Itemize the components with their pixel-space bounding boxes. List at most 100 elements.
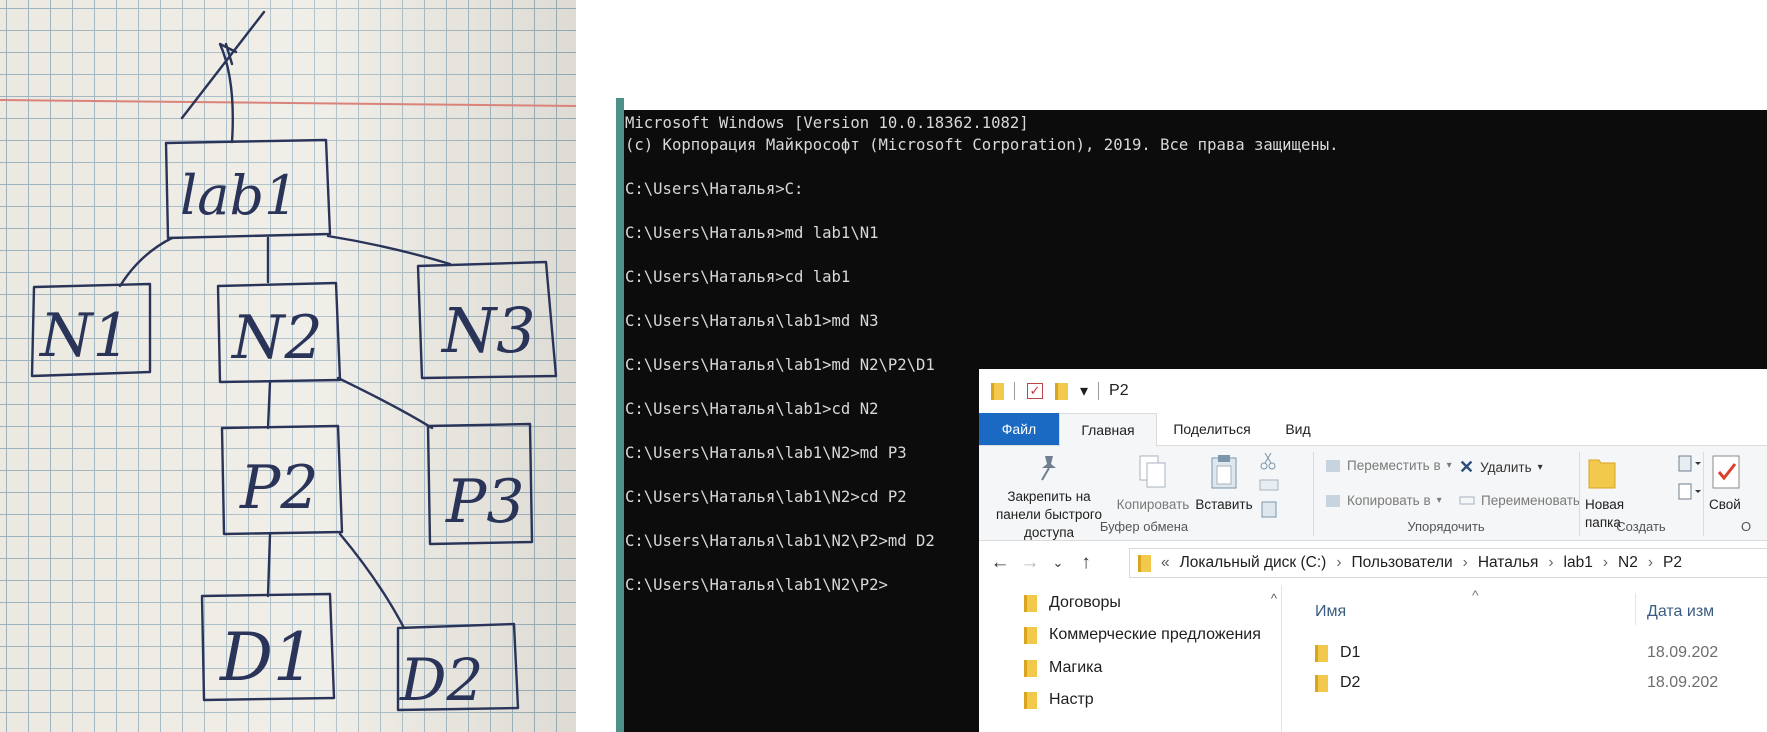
new-folder-icon <box>1588 459 1616 489</box>
file-row[interactable]: D1 <box>1315 644 1360 662</box>
label-lab1: lab1 <box>180 164 298 227</box>
nav-item-dogovory[interactable]: Договоры <box>1024 594 1121 612</box>
label-p3: P3 <box>445 467 525 537</box>
up-arrow-icon[interactable]: ↑ <box>1071 552 1101 574</box>
scissors-icon <box>1260 452 1276 470</box>
column-divider[interactable] <box>1635 593 1636 625</box>
edge-lab1-n1 <box>118 236 174 288</box>
crumb-natalya[interactable]: Наталья <box>1478 554 1539 572</box>
easy-access-button[interactable] <box>1677 482 1703 502</box>
toolbar-divider <box>1098 382 1100 400</box>
quick-access-toolbar: ✓ ▾ P2 <box>979 369 1767 413</box>
group-divider <box>1703 452 1704 536</box>
copy-icon <box>1139 455 1166 488</box>
properties-check-icon[interactable]: ✓ <box>1027 383 1043 399</box>
toolbar-divider <box>1014 382 1015 400</box>
chevron-right-icon[interactable]: › <box>1548 554 1553 572</box>
properties-icon <box>1712 455 1740 489</box>
folder-icon <box>991 382 1004 400</box>
chevron-right-icon[interactable]: › <box>1336 554 1341 572</box>
back-arrow-icon[interactable]: ← <box>985 552 1015 574</box>
move-to-button[interactable]: Переместить в ▾ <box>1325 457 1452 473</box>
paste-button[interactable]: Вставить <box>1191 454 1257 514</box>
clipboard-group-label: Буфер обмена <box>1099 519 1189 534</box>
nav-item-label: Договоры <box>1049 594 1121 611</box>
chevron-right-icon[interactable]: › <box>1603 554 1608 572</box>
label-n2: N2 <box>230 303 323 373</box>
easy-access-icon <box>1678 483 1701 500</box>
new-item-button[interactable] <box>1677 454 1703 474</box>
chevron-right-icon[interactable]: › <box>1648 554 1653 572</box>
console-line: C:\Users\Наталья\lab1\N2\P2>md D2 <box>625 532 935 550</box>
crumb-n2[interactable]: N2 <box>1618 554 1638 572</box>
label-n1: N1 <box>38 301 131 371</box>
folder-icon <box>1138 554 1151 572</box>
scroll-up-icon[interactable]: ^ <box>1271 591 1277 606</box>
tree-drawing: lab1 N1 N2 N3 P2 P3 D1 D2 <box>0 10 576 714</box>
recent-locations-chevron-icon[interactable]: ⌄ <box>1045 555 1071 571</box>
window-title: P2 <box>1109 382 1129 399</box>
column-header-date[interactable]: Дата изм <box>1647 603 1714 621</box>
tab-file[interactable]: Файл <box>979 413 1059 445</box>
folder-icon <box>1315 644 1328 662</box>
console-window-edge <box>616 98 624 732</box>
paste-shortcut-icon <box>1261 501 1277 518</box>
create-group-label: Создать <box>1616 519 1666 534</box>
edge-p2-d2 <box>338 532 406 630</box>
tab-view[interactable]: Вид <box>1267 413 1329 445</box>
sort-ascending-icon: ^ <box>1472 587 1479 603</box>
edge-n2-p3 <box>336 376 434 430</box>
file-name: D1 <box>1340 644 1361 661</box>
ribbon-tabs: Файл Главная Поделиться Вид <box>979 413 1767 446</box>
paste-label: Вставить <box>1195 497 1253 512</box>
folder-icon <box>1024 691 1037 709</box>
move-icon <box>1326 460 1340 472</box>
tab-home[interactable]: Главная <box>1059 413 1157 446</box>
file-explorer-window[interactable]: ✓ ▾ P2 Файл Главная Поделиться Вид Закре… <box>979 369 1767 732</box>
nav-item-label: Настр <box>1049 691 1094 708</box>
crumb-p2[interactable]: P2 <box>1663 554 1682 572</box>
new-folder-quick-icon[interactable] <box>1055 382 1068 400</box>
file-list: ^ Имя Дата изм D1 18.09.202 D2 18.09.202 <box>1282 585 1767 732</box>
properties-button[interactable]: Свой <box>1709 454 1767 514</box>
folder-icon <box>1024 626 1037 644</box>
crumb-lab1[interactable]: lab1 <box>1564 554 1593 572</box>
paste-shortcut-button[interactable] <box>1261 500 1277 518</box>
console-line: C:\Users\Наталья>C: <box>625 180 804 198</box>
copy-to-button[interactable]: Копировать в ▾ <box>1325 492 1442 508</box>
address-bar[interactable]: « Локальный диск (C:) › Пользователи › Н… <box>1129 548 1767 578</box>
console-line: C:\Users\Наталья>cd lab1 <box>625 268 851 286</box>
delete-button[interactable]: ✕ Удалить ▾ <box>1459 457 1543 478</box>
pin-icon <box>1041 456 1056 481</box>
move-to-label: Переместить в <box>1347 457 1441 473</box>
organize-group-label: Упорядочить <box>1407 519 1485 534</box>
console-line: C:\Users\Наталья\lab1>md N3 <box>625 312 879 330</box>
crumb-users[interactable]: Пользователи <box>1351 554 1452 572</box>
rename-icon <box>1459 496 1475 505</box>
chevron-right-icon[interactable]: › <box>1463 554 1468 572</box>
forward-arrow-icon[interactable]: → <box>1015 552 1045 574</box>
folder-icon <box>1315 674 1328 692</box>
nav-item-nastr[interactable]: Настр <box>1024 691 1094 709</box>
ribbon-home: Закрепить на панели быстрого доступа Коп… <box>979 446 1767 541</box>
label-d1: D1 <box>219 619 315 696</box>
copy-button[interactable]: Копировать <box>1115 454 1191 514</box>
label-d2: D2 <box>399 646 483 714</box>
nav-item-commercial-offers[interactable]: Коммерческие предложения <box>1024 626 1261 644</box>
crumb-local-disk[interactable]: Локальный диск (C:) <box>1180 554 1327 572</box>
group-divider <box>1579 452 1580 536</box>
navigation-pane: ^ Договоры Коммерческие предложения Маги… <box>979 585 1282 732</box>
console-line: C:\Users\Наталья\lab1>md N2\P2\D1 <box>625 356 935 374</box>
label-p2: P2 <box>239 453 319 523</box>
cut-button[interactable] <box>1259 452 1277 470</box>
customize-toolbar-dropdown[interactable]: ▾ <box>1080 381 1088 401</box>
rename-button[interactable]: Переименовать <box>1459 492 1580 508</box>
copy-path-button[interactable] <box>1259 478 1279 492</box>
address-overflow[interactable]: « <box>1161 554 1170 572</box>
tab-share[interactable]: Поделиться <box>1157 413 1267 445</box>
rename-label: Переименовать <box>1481 492 1580 508</box>
file-row[interactable]: D2 <box>1315 674 1360 692</box>
column-header-name[interactable]: Имя <box>1315 603 1346 621</box>
console-line: C:\Users\Наталья\lab1\N2>md P3 <box>625 444 907 462</box>
nav-item-magika[interactable]: Магика <box>1024 659 1102 677</box>
